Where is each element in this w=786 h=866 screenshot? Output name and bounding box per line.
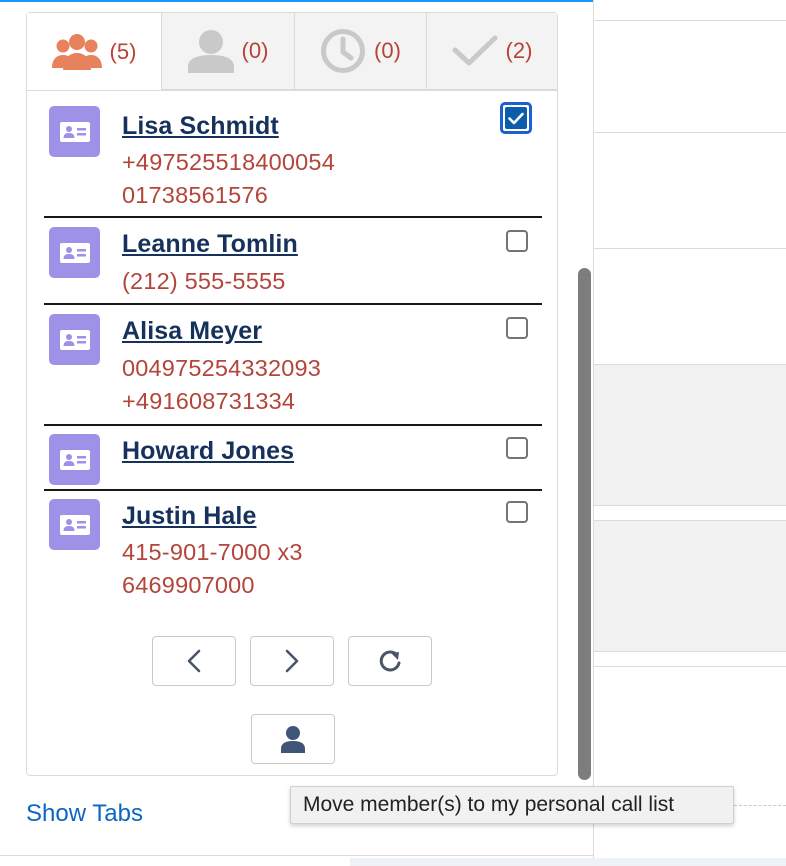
- tab-completed[interactable]: (2): [426, 13, 557, 90]
- list-item: Leanne Tomlin (212) 555-5555: [44, 218, 542, 303]
- tab-all[interactable]: (5): [27, 13, 161, 90]
- contact-name-link[interactable]: Alisa Meyer: [122, 317, 262, 346]
- contact-phone: 01738561576: [122, 182, 268, 208]
- tooltip: Move member(s) to my personal call list: [290, 786, 734, 824]
- contact-name-link[interactable]: Justin Hale: [122, 502, 256, 531]
- group-icon: [51, 32, 102, 72]
- contact-name-link[interactable]: Leanne Tomlin: [122, 230, 298, 259]
- clock-icon: [320, 28, 366, 74]
- call-list-card: (5) (0) (0) (2) Lisa Schmidt +4975255184…: [26, 12, 558, 776]
- divider: [594, 132, 786, 133]
- user-icon: [187, 29, 234, 73]
- chevron-right-icon: [285, 649, 299, 673]
- tab-scheduled[interactable]: (0): [294, 13, 426, 90]
- checkmark-icon: [508, 112, 524, 124]
- background-row: [594, 521, 786, 651]
- check-icon: [452, 34, 498, 68]
- contact-phone: 415-901-7000 x3: [122, 539, 303, 565]
- call-list-pane: (5) (0) (0) (2) Lisa Schmidt +4975255184…: [0, 0, 594, 866]
- contact-card-icon: [49, 314, 100, 365]
- user-icon: [281, 726, 305, 753]
- list-item: Alisa Meyer 004975254332093 +49160873133…: [44, 305, 542, 424]
- background-table: [594, 0, 786, 866]
- chevron-left-icon: [187, 649, 201, 673]
- accent-bar: [0, 0, 593, 2]
- select-checkbox[interactable]: [500, 102, 532, 134]
- divider: [594, 666, 786, 667]
- bottom-strip: [350, 858, 786, 866]
- contact-card-icon: [49, 106, 100, 157]
- contact-phone: +497525518400054: [122, 149, 335, 175]
- tab-scheduled-count: (0): [374, 38, 401, 63]
- select-checkbox[interactable]: [506, 230, 528, 252]
- scrollbar-thumb[interactable]: [578, 268, 591, 780]
- contact-name-link[interactable]: Howard Jones: [122, 437, 294, 466]
- tab-bar: (5) (0) (0) (2): [27, 13, 557, 91]
- contact-phone: +491608731334: [122, 388, 296, 414]
- select-checkbox[interactable]: [506, 437, 528, 459]
- list-item: Howard Jones: [44, 426, 542, 489]
- divider: [0, 855, 593, 856]
- tab-completed-count: (2): [505, 38, 533, 63]
- refresh-icon: [379, 650, 401, 672]
- tab-personal[interactable]: (0): [161, 13, 294, 90]
- list-item: Lisa Schmidt +497525518400054 0173856157…: [44, 101, 542, 216]
- contact-card-icon: [49, 499, 100, 550]
- contact-card-icon: [49, 434, 100, 485]
- contact-name-link[interactable]: Lisa Schmidt: [122, 112, 279, 141]
- background-row: [594, 365, 786, 505]
- tab-all-count: (5): [109, 38, 137, 64]
- divider: [594, 651, 786, 652]
- show-tabs-link[interactable]: Show Tabs: [26, 800, 143, 828]
- contact-phone: 6469907000: [122, 572, 255, 598]
- previous-page-button[interactable]: [152, 636, 236, 686]
- divider: [734, 805, 786, 806]
- next-page-button[interactable]: [250, 636, 334, 686]
- contact-card-icon: [49, 227, 100, 278]
- select-checkbox[interactable]: [506, 317, 528, 339]
- contact-phone: 004975254332093: [122, 355, 322, 381]
- select-checkbox[interactable]: [506, 501, 528, 523]
- refresh-button[interactable]: [348, 636, 432, 686]
- tab-personal-count: (0): [241, 38, 269, 63]
- contact-phone: (212) 555-5555: [122, 268, 286, 294]
- list-item: Justin Hale 415-901-7000 x3 6469907000: [44, 491, 542, 611]
- divider: [594, 505, 786, 506]
- divider: [594, 20, 786, 21]
- divider: [594, 248, 786, 249]
- move-to-personal-list-button[interactable]: [251, 714, 335, 764]
